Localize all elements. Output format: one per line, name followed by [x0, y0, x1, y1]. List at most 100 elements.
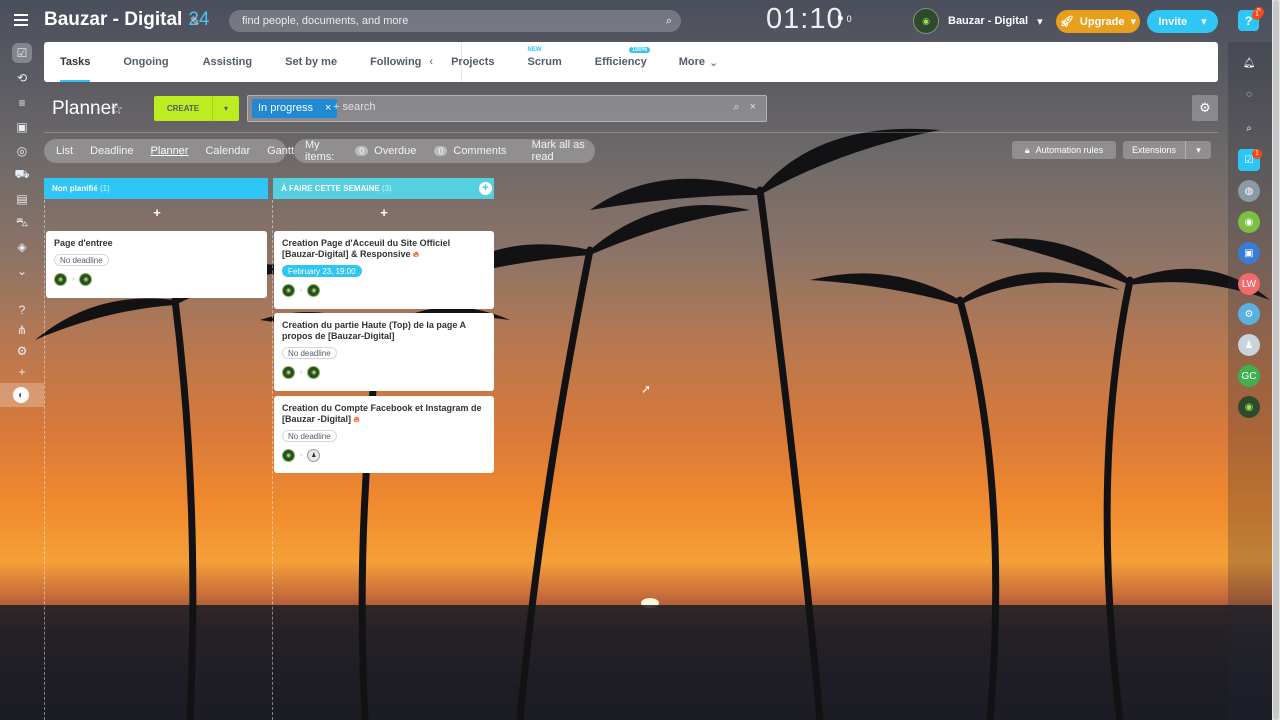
- tab-tasks[interactable]: Tasks: [44, 42, 106, 82]
- chevron-down-circle-icon[interactable]: ⌄: [12, 261, 32, 281]
- rocket-icon: 🚀︎: [1059, 16, 1074, 28]
- divider: [44, 132, 1218, 133]
- settings-gear-button[interactable]: ⚙: [1192, 95, 1218, 121]
- comments-label[interactable]: Comments: [453, 145, 506, 157]
- briefcase-icon[interactable]: ▣: [12, 117, 32, 137]
- chevron-left-icon[interactable]: ‹: [429, 56, 433, 68]
- overdue-label[interactable]: Overdue: [374, 145, 416, 157]
- tab-projects[interactable]: Projects: [437, 42, 510, 82]
- create-button[interactable]: CREATE ▾: [154, 96, 239, 121]
- sitemap-icon[interactable]: ⋔: [12, 320, 32, 340]
- global-search-input[interactable]: find people, documents, and more ⌕: [229, 10, 681, 32]
- deadline-badge[interactable]: No deadline: [54, 254, 109, 266]
- deadline-badge[interactable]: No deadline: [282, 430, 337, 442]
- add-icon[interactable]: +: [12, 362, 32, 382]
- task-card[interactable]: Creation Page d'Acceuil du Site Officiel…: [274, 231, 494, 309]
- creator-avatar[interactable]: ◉: [282, 449, 295, 462]
- tab-following[interactable]: Following ‹: [353, 42, 437, 82]
- company-brand[interactable]: Bauzar - Digital 24: [44, 9, 209, 31]
- creator-avatar[interactable]: ◉: [282, 284, 295, 297]
- column-header[interactable]: À FAIRE CETTE SEMAINE (3): [273, 178, 494, 199]
- invite-button[interactable]: Invite ▾: [1147, 10, 1218, 33]
- star-icon[interactable]: ☆: [110, 100, 123, 118]
- view-planner[interactable]: Planner: [151, 145, 189, 157]
- add-task-button[interactable]: +: [46, 202, 268, 224]
- task-card[interactable]: Creation du Compte Facebook et Instagram…: [274, 396, 494, 473]
- app-logo-icon[interactable]: ◐: [13, 387, 29, 403]
- group-icon[interactable]: ▣: [1238, 242, 1260, 264]
- task-card[interactable]: Page d'entree No deadline ◉ › ◉: [46, 231, 267, 298]
- filter-tag[interactable]: In progress ×: [252, 99, 338, 118]
- upgrade-button[interactable]: 🚀︎ Upgrade ▾: [1056, 10, 1140, 33]
- view-gantt[interactable]: Gantt: [267, 145, 294, 157]
- deadline-badge[interactable]: February 23, 19:00: [282, 265, 362, 277]
- responsible-avatar[interactable]: ◉: [79, 273, 93, 286]
- responsible-avatar[interactable]: ◉: [307, 284, 321, 297]
- view-switcher: List Deadline Planner Calendar Gantt: [44, 139, 294, 163]
- flag-counter[interactable]: ⚑ 0: [836, 14, 852, 25]
- creator-avatar[interactable]: ◉: [282, 366, 295, 379]
- search-icon[interactable]: ⌕: [666, 10, 672, 32]
- settings-icon[interactable]: ⚙: [12, 341, 32, 361]
- feed-icon[interactable]: ⟲: [12, 68, 32, 88]
- edit-pencil-icon[interactable]: ✎: [190, 14, 200, 28]
- chat-icon[interactable]: ◌: [1238, 83, 1260, 105]
- search-icon[interactable]: ⌕: [733, 101, 739, 114]
- close-icon[interactable]: ×: [325, 99, 331, 118]
- creator-avatar[interactable]: ◉: [54, 273, 67, 286]
- tab-label: Following: [370, 56, 422, 68]
- clock[interactable]: 01:10: [766, 3, 844, 36]
- view-calendar[interactable]: Calendar: [205, 145, 250, 157]
- filter-search-box[interactable]: In progress × + search ⌕ ×: [247, 95, 767, 122]
- comments-count[interactable]: 0: [434, 146, 448, 156]
- arrow-right-icon: ›: [72, 276, 75, 283]
- user-menu[interactable]: ◉ Bauzar - Digital ▾: [913, 8, 1043, 34]
- tab-assisting[interactable]: Assisting: [186, 42, 270, 82]
- search-icon[interactable]: ⌕: [1238, 117, 1260, 139]
- user-avatar-gc[interactable]: GC: [1238, 365, 1260, 387]
- close-icon[interactable]: ×: [750, 101, 756, 114]
- cart-icon[interactable]: ⛟: [12, 165, 32, 185]
- overdue-count[interactable]: 0: [355, 146, 369, 156]
- deadline-badge[interactable]: No deadline: [282, 347, 337, 359]
- user-avatar-lw[interactable]: LW: [1238, 273, 1260, 295]
- automation-rules-button[interactable]: 🔒︎ Automation rules: [1012, 141, 1116, 159]
- user-avatar-2[interactable]: ◉: [1238, 211, 1260, 233]
- column-header[interactable]: Non planifié (1): [44, 178, 268, 199]
- target-icon[interactable]: ◎: [12, 141, 32, 161]
- user-avatar-1[interactable]: ◍: [1238, 180, 1260, 202]
- user-company-name: Bauzar - Digital: [948, 15, 1029, 27]
- user-avatar-4[interactable]: ◉: [1238, 396, 1260, 418]
- responsible-avatar[interactable]: ◉: [307, 366, 321, 379]
- scrollbar-thumb[interactable]: [1273, 0, 1279, 720]
- chevron-down-icon[interactable]: ▾: [1185, 141, 1211, 159]
- view-deadline[interactable]: Deadline: [90, 145, 133, 157]
- page-scrollbar[interactable]: [1272, 0, 1280, 720]
- extensions-button[interactable]: Extensions ▾: [1123, 141, 1211, 159]
- view-list[interactable]: List: [56, 145, 73, 157]
- user-settings-icon[interactable]: ⚙: [1238, 303, 1260, 325]
- add-task-button[interactable]: +: [274, 202, 494, 224]
- fire-icon: 🔥︎: [413, 250, 419, 259]
- responsible-avatar[interactable]: ♟: [307, 449, 321, 462]
- contact-card-icon[interactable]: ▤: [12, 189, 32, 209]
- right-sidebar: 🔔︎ 1 ◌ ⌕ ☑ 1 ◍ ◉ ▣ LW ⚙ ♟ GC ◉: [1228, 10, 1272, 720]
- tab-efficiency[interactable]: 100% Efficiency: [579, 42, 663, 82]
- tab-scrum[interactable]: NEW Scrum: [511, 42, 579, 82]
- filter-search-placeholder[interactable]: + search: [333, 101, 376, 113]
- efficiency-badge: 100%: [628, 47, 651, 53]
- mark-all-read-link[interactable]: Mark all as read: [532, 139, 595, 163]
- tab-set-by-me[interactable]: Set by me: [269, 42, 353, 82]
- bell-icon[interactable]: 🔔︎: [1238, 52, 1260, 74]
- add-column-icon[interactable]: +: [479, 182, 492, 195]
- car-icon[interactable]: ⛍: [12, 213, 32, 233]
- filter-icon[interactable]: ≡: [12, 93, 32, 113]
- tab-more[interactable]: More ⌄: [663, 42, 735, 82]
- task-card[interactable]: Creation du partie Haute (Top) de la pag…: [274, 313, 494, 391]
- box-icon[interactable]: ◈: [12, 237, 32, 257]
- help-circle-icon[interactable]: ?: [12, 300, 32, 320]
- chevron-down-icon[interactable]: ▾: [212, 96, 239, 121]
- tab-ongoing[interactable]: Ongoing: [106, 42, 185, 82]
- tasks-icon[interactable]: ☑: [12, 43, 32, 63]
- user-avatar-3[interactable]: ♟: [1238, 334, 1260, 356]
